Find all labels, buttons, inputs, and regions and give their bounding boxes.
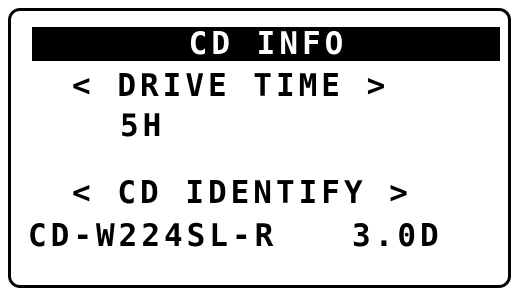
cd-model-name: CD-W224SL-R xyxy=(28,218,278,254)
cd-identify-heading: < CD IDENTIFY > xyxy=(72,175,412,211)
drive-time-value: 5H xyxy=(120,108,166,144)
title-bar: CD INFO xyxy=(32,27,500,61)
drive-time-heading: < DRIVE TIME > xyxy=(72,68,390,104)
screen-title: CD INFO xyxy=(188,26,348,62)
firmware-version: 3.0D xyxy=(352,218,443,254)
